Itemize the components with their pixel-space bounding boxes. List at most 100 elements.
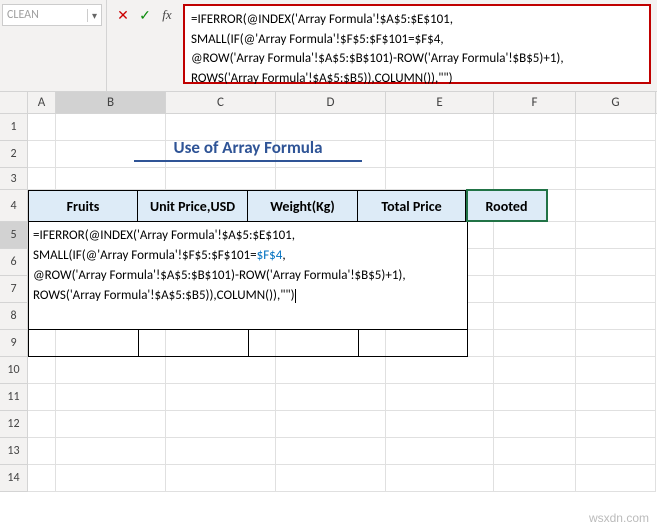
cell-D12[interactable] bbox=[276, 411, 386, 438]
cell-B11[interactable] bbox=[56, 384, 166, 411]
cell-E14[interactable] bbox=[386, 465, 494, 492]
cell-G1[interactable] bbox=[576, 114, 656, 141]
cell-B3[interactable] bbox=[56, 168, 166, 190]
col-header-A[interactable]: A bbox=[28, 92, 56, 113]
cell-edit-overlay[interactable]: =IFERROR(@INDEX('Array Formula'!$A$5:$E$… bbox=[28, 222, 468, 330]
cell-D3[interactable] bbox=[276, 168, 386, 190]
cell-C10[interactable] bbox=[166, 357, 276, 384]
cell-G3[interactable] bbox=[576, 168, 656, 190]
row-header-8[interactable]: 8 bbox=[0, 303, 28, 330]
table-cell[interactable] bbox=[359, 330, 467, 356]
row-header-13[interactable]: 13 bbox=[0, 438, 28, 465]
cell-G4[interactable] bbox=[576, 190, 656, 222]
th-weight[interactable]: Weight(Kg) bbox=[248, 190, 358, 222]
col-header-G[interactable]: G bbox=[576, 92, 656, 113]
cell-F7[interactable] bbox=[494, 276, 576, 303]
cell-F9[interactable] bbox=[494, 330, 576, 357]
th-rooted[interactable]: Rooted bbox=[466, 190, 548, 222]
cell-A13[interactable] bbox=[28, 438, 56, 465]
row-header-4[interactable]: 4 bbox=[0, 190, 28, 222]
cell-G12[interactable] bbox=[576, 411, 656, 438]
cell-G6[interactable] bbox=[576, 249, 656, 276]
cell-F8[interactable] bbox=[494, 303, 576, 330]
name-box[interactable]: CLEAN ▾ bbox=[2, 4, 102, 26]
cell-D13[interactable] bbox=[276, 438, 386, 465]
cell-F1[interactable] bbox=[494, 114, 576, 141]
row-9: 9 bbox=[0, 330, 657, 357]
row-header-10[interactable]: 10 bbox=[0, 357, 28, 384]
cell-F3[interactable] bbox=[494, 168, 576, 190]
cell-G11[interactable] bbox=[576, 384, 656, 411]
cell-E3[interactable] bbox=[386, 168, 494, 190]
cell-A10[interactable] bbox=[28, 357, 56, 384]
cell-F6[interactable] bbox=[494, 249, 576, 276]
column-headers: A B C D E F G bbox=[0, 92, 657, 114]
row-header-6[interactable]: 6 bbox=[0, 249, 28, 276]
row-header-2[interactable]: 2 bbox=[0, 141, 28, 168]
cell-G2[interactable] bbox=[576, 141, 656, 168]
cell-A11[interactable] bbox=[28, 384, 56, 411]
formula-bar-buttons: ✕ ✓ fx bbox=[109, 4, 181, 26]
cell-C14[interactable] bbox=[166, 465, 276, 492]
title-merged-cell[interactable]: Use of Array Formula bbox=[28, 114, 468, 168]
row-header-3[interactable]: 3 bbox=[0, 168, 28, 190]
cell-E11[interactable] bbox=[386, 384, 494, 411]
cell-A3[interactable] bbox=[28, 168, 56, 190]
formula-bar-input[interactable]: =IFERROR(@INDEX('Array Formula'!$A$5:$E$… bbox=[183, 4, 651, 84]
cell-A14[interactable] bbox=[28, 465, 56, 492]
cell-B12[interactable] bbox=[56, 411, 166, 438]
cell-F12[interactable] bbox=[494, 411, 576, 438]
th-unit-price[interactable]: Unit Price,USD bbox=[138, 190, 248, 222]
cell-G9[interactable] bbox=[576, 330, 656, 357]
edit-line-4: ROWS('Array Formula'!$A$5:$B5)),COLUMN()… bbox=[33, 286, 463, 306]
table-cell[interactable] bbox=[249, 330, 359, 356]
cell-D10[interactable] bbox=[276, 357, 386, 384]
cell-G8[interactable] bbox=[576, 303, 656, 330]
enter-icon[interactable]: ✓ bbox=[137, 7, 153, 24]
cell-B13[interactable] bbox=[56, 438, 166, 465]
cell-G14[interactable] bbox=[576, 465, 656, 492]
select-all-corner[interactable] bbox=[0, 92, 28, 113]
cell-C3[interactable] bbox=[166, 168, 276, 190]
col-header-B[interactable]: B bbox=[56, 92, 166, 113]
cancel-icon[interactable]: ✕ bbox=[115, 7, 131, 24]
row-header-1[interactable]: 1 bbox=[0, 114, 28, 141]
cell-C11[interactable] bbox=[166, 384, 276, 411]
cell-E12[interactable] bbox=[386, 411, 494, 438]
cell-G5[interactable] bbox=[576, 222, 656, 249]
row-header-5[interactable]: 5 bbox=[0, 222, 28, 249]
cell-G10[interactable] bbox=[576, 357, 656, 384]
cell-F13[interactable] bbox=[494, 438, 576, 465]
th-total-price[interactable]: Total Price bbox=[358, 190, 466, 222]
row-header-11[interactable]: 11 bbox=[0, 384, 28, 411]
cell-A12[interactable] bbox=[28, 411, 56, 438]
row-header-9[interactable]: 9 bbox=[0, 330, 28, 357]
cell-E10[interactable] bbox=[386, 357, 494, 384]
cell-D11[interactable] bbox=[276, 384, 386, 411]
cell-B14[interactable] bbox=[56, 465, 166, 492]
cell-F10[interactable] bbox=[494, 357, 576, 384]
cell-F11[interactable] bbox=[494, 384, 576, 411]
row-header-7[interactable]: 7 bbox=[0, 276, 28, 303]
cell-D14[interactable] bbox=[276, 465, 386, 492]
table-cell[interactable] bbox=[139, 330, 249, 356]
cell-F5[interactable] bbox=[494, 222, 576, 249]
cell-F2[interactable] bbox=[494, 141, 576, 168]
col-header-D[interactable]: D bbox=[276, 92, 386, 113]
th-fruits[interactable]: Fruits bbox=[28, 190, 138, 222]
row-header-14[interactable]: 14 bbox=[0, 465, 28, 492]
col-header-F[interactable]: F bbox=[494, 92, 576, 113]
cell-B10[interactable] bbox=[56, 357, 166, 384]
cell-G13[interactable] bbox=[576, 438, 656, 465]
table-cell[interactable] bbox=[29, 330, 139, 356]
col-header-E[interactable]: E bbox=[386, 92, 494, 113]
cell-F14[interactable] bbox=[494, 465, 576, 492]
fx-icon[interactable]: fx bbox=[159, 7, 175, 23]
cell-C13[interactable] bbox=[166, 438, 276, 465]
name-box-dropdown-icon[interactable]: ▾ bbox=[87, 9, 97, 22]
cell-E13[interactable] bbox=[386, 438, 494, 465]
col-header-C[interactable]: C bbox=[166, 92, 276, 113]
cell-C12[interactable] bbox=[166, 411, 276, 438]
cell-G7[interactable] bbox=[576, 276, 656, 303]
row-header-12[interactable]: 12 bbox=[0, 411, 28, 438]
